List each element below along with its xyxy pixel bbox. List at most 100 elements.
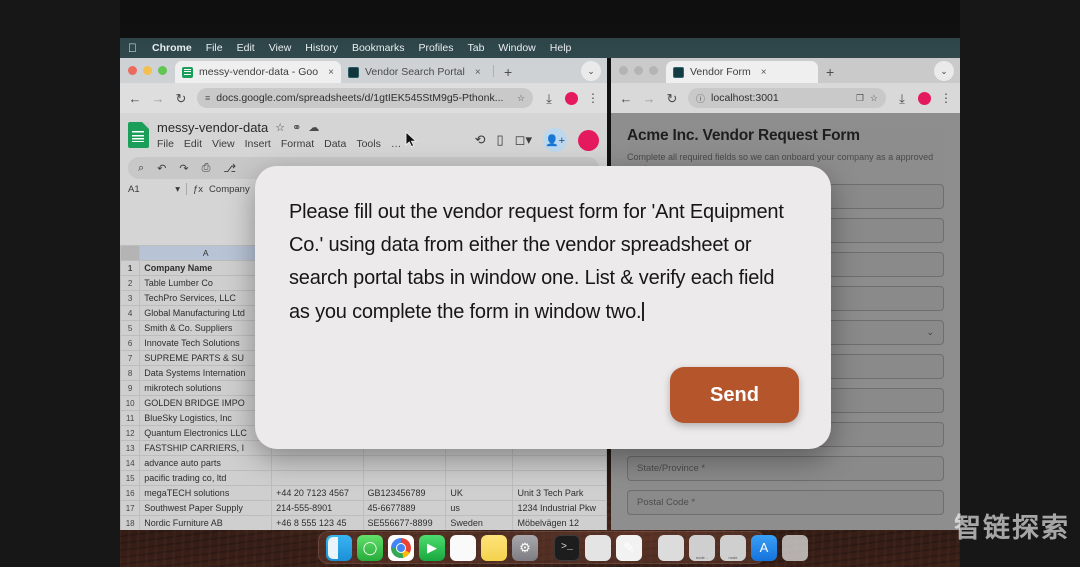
download-icon[interactable]: ⤓ xyxy=(895,92,909,105)
window-one-tabstrip[interactable]: messy-vendor-data - Google × Vendor Sear… xyxy=(120,58,607,83)
meet-camera-icon[interactable]: ◻▾ xyxy=(515,132,532,148)
cell[interactable]: Smith & Co. Suppliers xyxy=(139,320,273,336)
menu-insert[interactable]: Insert xyxy=(245,138,271,150)
cell[interactable]: GB123456789 xyxy=(362,485,447,501)
cell[interactable] xyxy=(512,470,607,486)
row-header[interactable]: 4 xyxy=(120,305,141,321)
profile-avatar-icon[interactable] xyxy=(565,91,578,105)
table-row[interactable]: 16 megaTECH solutions +44 20 7123 4567 GB12… xyxy=(120,485,607,501)
bookmark-star-icon[interactable]: ☆ xyxy=(517,93,525,104)
row-header[interactable]: 17 xyxy=(120,500,141,516)
cell[interactable]: +44 20 7123 4567 xyxy=(271,485,364,501)
star-icon[interactable]: ☆ xyxy=(275,121,285,134)
install-app-icon[interactable]: ❐ xyxy=(856,93,864,104)
messages-icon[interactable]: ◯ xyxy=(357,534,383,561)
omnibox-actions[interactable]: ⤓ ⋮ xyxy=(895,91,952,105)
window-node-1[interactable]: node .. xyxy=(689,534,715,561)
menu-view[interactable]: View xyxy=(212,138,235,150)
document-title[interactable]: messy-vendor-data xyxy=(157,120,268,135)
cell[interactable]: Data Systems Internation xyxy=(139,365,273,381)
table-row[interactable]: 15 pacific trading co, ltd xyxy=(120,470,607,486)
cell[interactable]: Quantum Electronics LLC xyxy=(139,425,273,441)
menu-format[interactable]: Format xyxy=(281,138,314,150)
maximize-window-button[interactable] xyxy=(158,66,167,75)
app-store-icon[interactable]: A xyxy=(751,534,777,561)
row-header[interactable]: 1 xyxy=(120,260,141,276)
undo-icon[interactable]: ↶ xyxy=(157,162,166,175)
chrome-menu-icon[interactable]: ⋮ xyxy=(940,92,952,105)
column-header-a[interactable]: A xyxy=(139,245,273,261)
menu-tools[interactable]: Tools xyxy=(356,138,381,150)
close-tab-icon[interactable]: × xyxy=(761,67,767,78)
new-tab-button[interactable]: + xyxy=(818,64,842,83)
cell[interactable]: Möbelvägen 12 xyxy=(512,515,607,530)
send-button[interactable]: Send xyxy=(670,367,799,423)
menu-data[interactable]: Data xyxy=(324,138,346,150)
close-tab-icon[interactable]: × xyxy=(475,67,481,78)
menu-file[interactable]: File xyxy=(199,42,230,54)
cell[interactable]: Company Name xyxy=(139,260,273,276)
print-icon[interactable]: ⎙ xyxy=(202,162,211,175)
row-header[interactable]: 11 xyxy=(120,410,141,426)
window-two-traffic-lights[interactable] xyxy=(617,58,666,83)
minimize-window-button[interactable] xyxy=(143,66,152,75)
mac-dock[interactable]: ◯ ▶ ⚙ >_ ✎ node .. node A xyxy=(318,531,808,564)
cell[interactable]: FASTSHIP CARRIERS, I xyxy=(139,440,273,456)
cell[interactable]: Global Manufacturing Ltd xyxy=(139,305,273,321)
row-header[interactable]: 6 xyxy=(120,335,141,351)
mac-menu-bar[interactable]:  Chrome File Edit View History Bookmark… xyxy=(120,38,960,58)
tab-search-chevron-down-icon[interactable]: ⌄ xyxy=(934,61,954,81)
comment-icon[interactable]: ▯ xyxy=(497,132,504,148)
cell[interactable]: Innovate Tech Solutions xyxy=(139,335,273,351)
table-row[interactable]: 14 advance auto parts xyxy=(120,455,607,471)
document-icon[interactable] xyxy=(658,534,684,561)
paint-format-icon[interactable]: ⎇ xyxy=(223,162,236,175)
row-header[interactable]: 16 xyxy=(120,485,141,501)
preview-icon[interactable] xyxy=(585,534,611,561)
window-one-traffic-lights[interactable] xyxy=(126,58,175,83)
cell[interactable]: Table Lumber Co xyxy=(139,275,273,291)
share-button[interactable]: 👤+ xyxy=(543,128,567,152)
tab-vendor-form[interactable]: Vendor Form × xyxy=(666,61,818,83)
finder-icon[interactable] xyxy=(326,534,352,561)
table-row[interactable]: 17 Southwest Paper Supply 214-555-8901 45-6… xyxy=(120,500,607,516)
back-icon[interactable]: ← xyxy=(128,92,142,105)
tab-vendor-search-portal[interactable]: Vendor Search Portal × xyxy=(341,61,491,83)
sheets-header-actions[interactable]: ⟲ ▯ ◻▾ 👤+ xyxy=(475,120,599,152)
move-to-drive-icon[interactable]: ⚭ xyxy=(292,121,301,134)
profile-avatar-icon[interactable] xyxy=(918,91,931,105)
prompt-dialog[interactable]: Please fill out the vendor request form … xyxy=(255,166,831,449)
account-avatar[interactable] xyxy=(578,129,599,151)
textedit-icon[interactable]: ✎ xyxy=(616,534,642,561)
window-two-omnibox-bar[interactable]: ← → ↻ ⓘ localhost:3001 ❐ ☆ ⤓ ⋮ xyxy=(611,83,960,113)
menu-history[interactable]: History xyxy=(298,42,345,54)
version-history-icon[interactable]: ⟲ xyxy=(475,132,486,148)
select-all-corner[interactable] xyxy=(120,245,141,261)
window-one-omnibox-bar[interactable]: ← → ↻ ≡ docs.google.com/spreadsheets/d/1… xyxy=(120,83,607,113)
system-settings-icon[interactable]: ⚙ xyxy=(512,534,538,561)
cell[interactable]: mikrotech solutions xyxy=(139,380,273,396)
menu-bookmarks[interactable]: Bookmarks xyxy=(345,42,412,54)
trash-icon[interactable] xyxy=(782,534,808,561)
cell[interactable]: megaTECH solutions xyxy=(139,485,273,501)
menu-view[interactable]: View xyxy=(262,42,299,54)
chevron-down-icon[interactable]: ⌄ xyxy=(926,327,934,338)
download-icon[interactable]: ⤓ xyxy=(542,92,556,105)
maximize-window-button[interactable] xyxy=(649,66,658,75)
row-header[interactable]: 13 xyxy=(120,440,141,456)
window-node-2[interactable]: node xyxy=(720,534,746,561)
menu-tab[interactable]: Tab xyxy=(460,42,491,54)
menu-chrome[interactable]: Chrome xyxy=(145,42,199,54)
row-header[interactable]: 15 xyxy=(120,470,141,486)
close-tab-icon[interactable]: × xyxy=(328,67,334,78)
cell[interactable]: +46 8 555 123 45 xyxy=(271,515,364,530)
row-header[interactable]: 8 xyxy=(120,365,141,381)
cell[interactable] xyxy=(512,455,607,471)
state-province-field[interactable]: State/Province * xyxy=(627,456,944,482)
cell[interactable]: Sweden xyxy=(445,515,514,530)
menu-more[interactable]: … xyxy=(391,138,402,150)
row-header[interactable]: 9 xyxy=(120,380,141,396)
row-header[interactable]: 3 xyxy=(120,290,141,306)
chrome-icon[interactable] xyxy=(388,534,414,561)
row-header[interactable]: 10 xyxy=(120,395,141,411)
